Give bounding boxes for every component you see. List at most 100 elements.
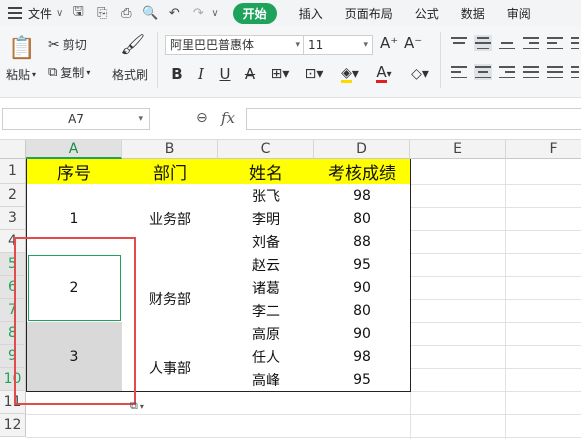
paste-options-button[interactable]: ⧉ ▾ bbox=[130, 398, 156, 414]
print-icon[interactable]: ⎙ bbox=[117, 4, 135, 22]
fill-color-icon[interactable]: ◈ ▾ bbox=[336, 64, 364, 84]
column-header-e[interactable]: E bbox=[410, 140, 506, 159]
column-header-f[interactable]: F bbox=[506, 140, 581, 159]
align-top-icon[interactable] bbox=[450, 35, 468, 51]
row-header-2[interactable]: 2 bbox=[0, 184, 26, 207]
header-cell-name[interactable]: 姓名 bbox=[218, 159, 315, 185]
gridline bbox=[410, 299, 581, 300]
font-name-value: 阿里巴巴普惠体 bbox=[170, 38, 255, 52]
distributed-icon[interactable] bbox=[546, 64, 564, 80]
score-cell[interactable]: 80 bbox=[314, 299, 411, 323]
column-header-b[interactable]: B bbox=[122, 140, 218, 159]
clear-format-icon[interactable]: ◇▾ bbox=[406, 64, 434, 84]
department-cell-3[interactable]: 人事部 bbox=[122, 345, 219, 392]
gridline bbox=[26, 437, 581, 438]
gridline bbox=[410, 322, 581, 323]
score-cell[interactable]: 80 bbox=[314, 207, 411, 231]
header-cell-seq[interactable]: 序号 bbox=[26, 159, 123, 185]
increase-font-icon[interactable]: A⁺ bbox=[380, 34, 398, 52]
formula-input[interactable] bbox=[246, 108, 581, 130]
chevron-down-icon[interactable]: ∨ bbox=[56, 8, 63, 19]
name-cell[interactable]: 高原 bbox=[218, 322, 315, 346]
header-cell-department[interactable]: 部门 bbox=[122, 159, 219, 185]
undo-icon[interactable]: ↶ bbox=[165, 4, 183, 22]
align-center-icon[interactable] bbox=[474, 64, 492, 80]
indent-increase-icon[interactable] bbox=[546, 35, 564, 51]
tab-data[interactable]: 数据 bbox=[461, 5, 485, 22]
wrap-icon[interactable] bbox=[570, 35, 580, 51]
strikethrough-icon[interactable]: A bbox=[240, 64, 260, 84]
score-cell[interactable]: 88 bbox=[314, 230, 411, 254]
redo-icon[interactable]: ↷ bbox=[189, 4, 207, 22]
score-cell[interactable]: 90 bbox=[314, 276, 411, 300]
paste-button[interactable]: 粘贴 ▾ bbox=[6, 66, 36, 83]
quick-access-dropdown-icon[interactable]: ∨ bbox=[211, 8, 218, 19]
name-cell[interactable]: 诸葛 bbox=[218, 276, 315, 300]
score-cell[interactable]: 95 bbox=[314, 253, 411, 277]
row-header-12[interactable]: 12 bbox=[0, 414, 26, 437]
name-cell[interactable]: 刘备 bbox=[218, 230, 315, 254]
cut-button[interactable]: ✂ 剪切 bbox=[48, 36, 87, 53]
zoom-icon[interactable]: ⊖ bbox=[196, 110, 208, 126]
file-menu[interactable]: 文件 bbox=[28, 5, 52, 22]
chevron-down-icon: ▾ bbox=[139, 401, 144, 411]
menu-bar: 文件 ∨ 🖫 ⎘ ⎙ 🔍 ↶ ↷ ∨ 开始 插入 页面布局 公式 数据 审阅 bbox=[0, 0, 581, 26]
format-painter-icon[interactable]: 🖌 bbox=[120, 32, 145, 56]
name-cell[interactable]: 李二 bbox=[218, 299, 315, 323]
align-left-icon[interactable] bbox=[450, 64, 468, 80]
row-header-3[interactable]: 3 bbox=[0, 207, 26, 230]
department-cell-2[interactable]: 财务部 bbox=[122, 253, 219, 346]
cell-style-icon[interactable]: ⊡▾ bbox=[300, 64, 328, 84]
chevron-down-icon: ▾ bbox=[295, 40, 300, 50]
font-name-select[interactable]: 阿里巴巴普惠体 ▾ bbox=[165, 35, 305, 55]
save-icon[interactable]: 🖫 bbox=[69, 4, 87, 22]
score-cell[interactable]: 98 bbox=[314, 345, 411, 369]
header-cell-score[interactable]: 考核成绩 bbox=[314, 159, 411, 185]
fx-icon[interactable]: fx bbox=[221, 109, 235, 127]
font-size-select[interactable]: 11 ▾ bbox=[303, 35, 373, 55]
name-cell[interactable]: 赵云 bbox=[218, 253, 315, 277]
italic-icon[interactable]: I bbox=[192, 64, 210, 84]
ribbon: 📋 粘贴 ▾ ✂ 剪切 ⧉ 复制 ▾ 🖌 格式刷 阿里巴巴普惠体 ▾ 11 ▾ A⁺ A⁻ … bbox=[0, 26, 581, 98]
name-box[interactable]: A7 ▾ bbox=[2, 108, 150, 130]
indent-decrease-icon[interactable] bbox=[522, 35, 540, 51]
export-icon[interactable]: ⎘ bbox=[93, 4, 111, 22]
gridline bbox=[410, 230, 581, 231]
merge-icon[interactable] bbox=[570, 64, 580, 80]
paste-icon[interactable]: 📋 bbox=[8, 34, 35, 62]
format-painter-button[interactable]: 格式刷 bbox=[112, 66, 148, 83]
gridline bbox=[410, 253, 581, 254]
main-menu-button[interactable] bbox=[0, 0, 22, 26]
score-cell[interactable]: 98 bbox=[314, 184, 411, 208]
column-header-c[interactable]: C bbox=[218, 140, 314, 159]
name-cell[interactable]: 高峰 bbox=[218, 368, 315, 392]
print-preview-icon[interactable]: 🔍 bbox=[141, 4, 159, 22]
tab-formulas[interactable]: 公式 bbox=[415, 5, 439, 22]
tab-insert[interactable]: 插入 bbox=[299, 5, 323, 22]
decrease-font-icon[interactable]: A⁻ bbox=[404, 34, 422, 52]
justify-icon[interactable] bbox=[522, 64, 540, 80]
font-size-value: 11 bbox=[308, 38, 324, 52]
gridline bbox=[410, 368, 581, 369]
row-header-1[interactable]: 1 bbox=[0, 159, 26, 184]
column-header-a[interactable]: A bbox=[26, 140, 122, 159]
font-color-icon[interactable]: A ▾ bbox=[370, 64, 398, 84]
column-header-d[interactable]: D bbox=[314, 140, 410, 159]
name-cell[interactable]: 张飞 bbox=[218, 184, 315, 208]
name-cell[interactable]: 任人 bbox=[218, 345, 315, 369]
align-right-icon[interactable] bbox=[498, 64, 516, 80]
underline-icon[interactable]: U bbox=[216, 64, 234, 84]
tab-review[interactable]: 审阅 bbox=[507, 5, 531, 22]
department-cell-1[interactable]: 业务部 bbox=[122, 184, 219, 254]
select-all-corner[interactable] bbox=[0, 140, 26, 159]
tab-home[interactable]: 开始 bbox=[232, 2, 277, 24]
align-middle-icon[interactable] bbox=[474, 35, 492, 51]
bold-icon[interactable]: B bbox=[167, 64, 187, 84]
score-cell[interactable]: 95 bbox=[314, 368, 411, 392]
copy-button[interactable]: ⧉ 复制 ▾ bbox=[48, 64, 90, 81]
name-cell[interactable]: 李明 bbox=[218, 207, 315, 231]
align-bottom-icon[interactable] bbox=[498, 35, 516, 51]
tab-page-layout[interactable]: 页面布局 bbox=[345, 5, 393, 22]
score-cell[interactable]: 90 bbox=[314, 322, 411, 346]
borders-icon[interactable]: ⊞▾ bbox=[266, 64, 294, 84]
